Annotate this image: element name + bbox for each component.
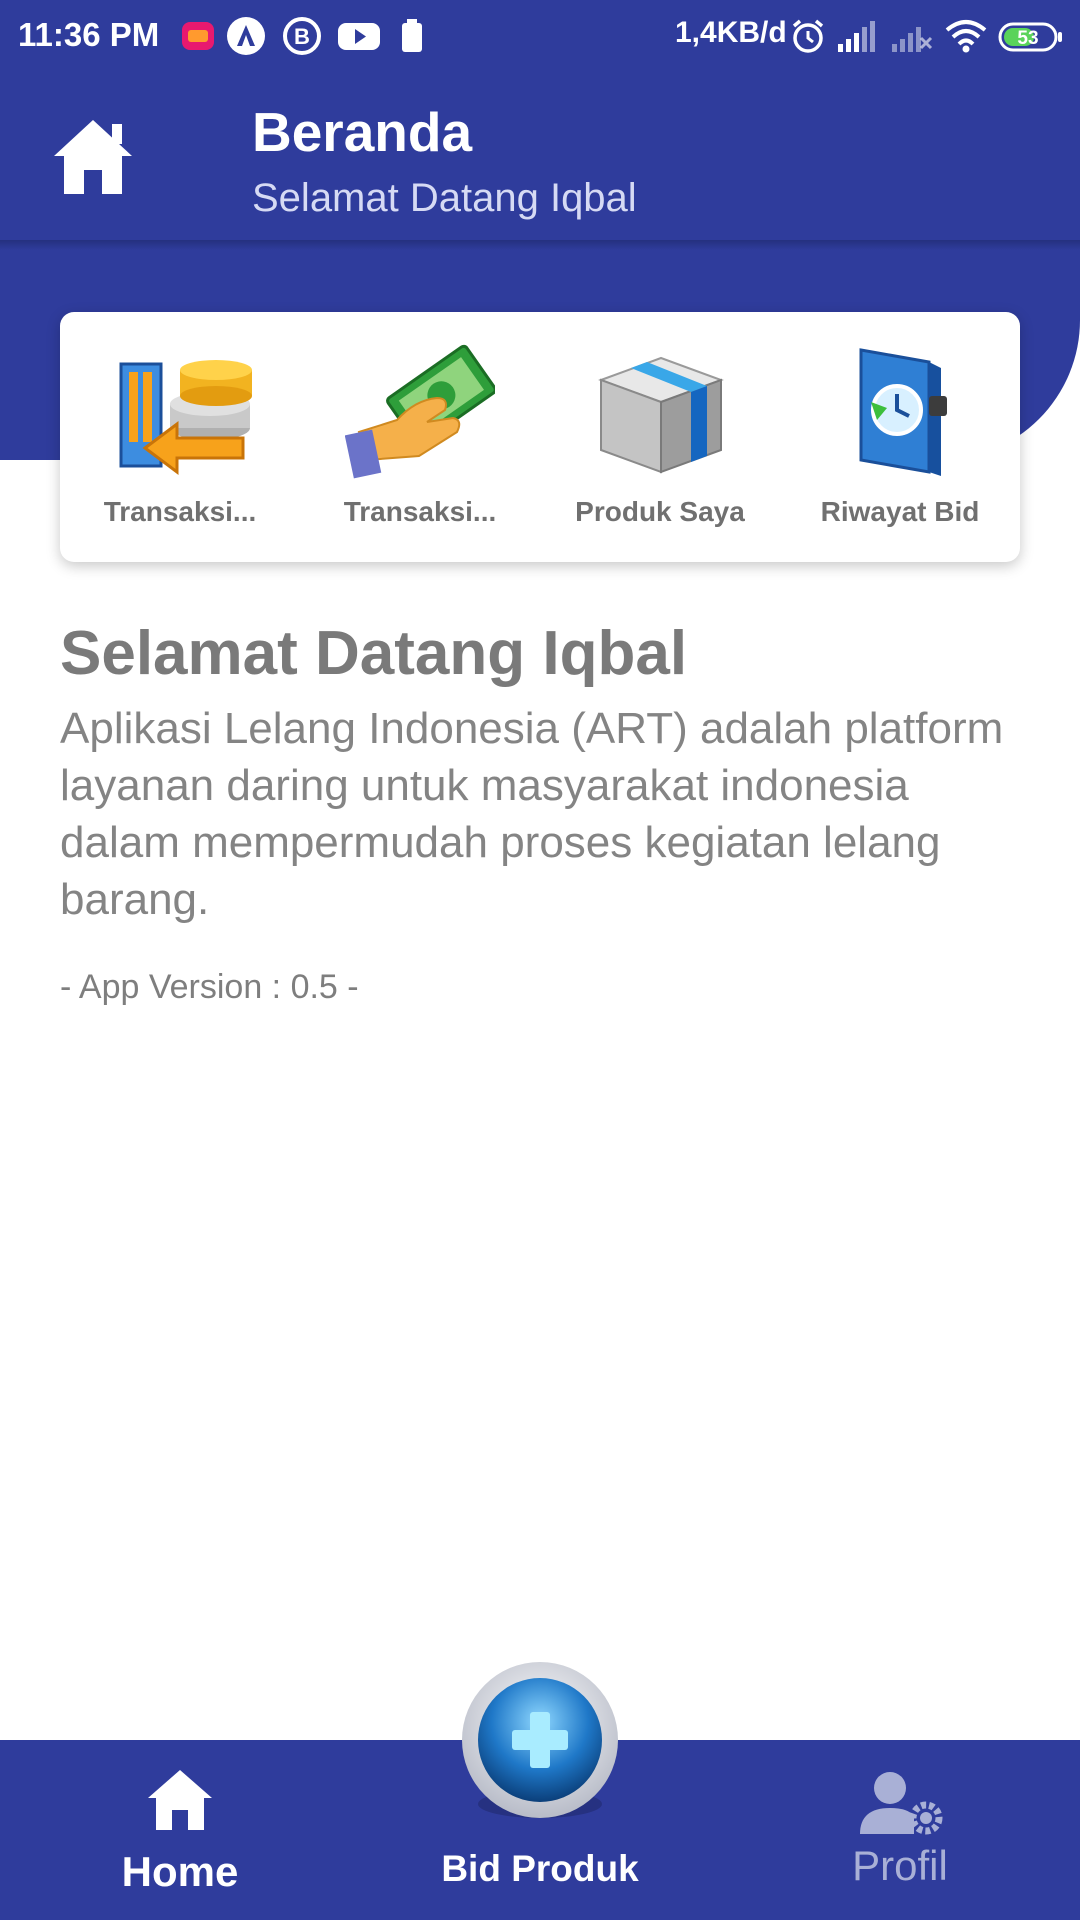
youtube-icon: [338, 23, 380, 50]
app-header: Beranda Selamat Datang Iqbal: [0, 72, 1080, 240]
nav-bid-label: Bid Produk: [441, 1848, 639, 1889]
user-settings-icon: [860, 1772, 943, 1835]
wifi-icon: [945, 20, 987, 53]
nav-home-label: Home: [121, 1848, 239, 1895]
status-bar: 11:36 PM B 1,4KB/d 53: [0, 0, 1080, 72]
history-book-icon: [859, 348, 947, 476]
money-hand-icon: [345, 344, 495, 479]
bid-produk-plus-button[interactable]: [460, 1662, 620, 1822]
welcome-description: Aplikasi Lelang Indonesia (ART) adalah p…: [60, 704, 1004, 924]
menu-label-transaksi-2: Transaksi...: [343, 496, 497, 527]
menu-item-produk-saya[interactable]: Produk Saya: [540, 312, 780, 562]
lazada-icon: [182, 22, 214, 50]
network-speed: 1,4KB/d: [675, 16, 787, 49]
page-subtitle: Selamat Datang Iqbal: [252, 176, 637, 220]
menu-item-transaksi-2[interactable]: Transaksi...: [300, 312, 540, 562]
app-version: - App Version : 0.5 -: [60, 968, 359, 1006]
welcome-title: Selamat Datang Iqbal: [60, 619, 688, 688]
menu-item-riwayat-bid[interactable]: Riwayat Bid: [780, 312, 1020, 562]
menu-label-transaksi-1: Transaksi...: [103, 496, 257, 527]
b-app-icon: B: [283, 17, 321, 55]
signal-no-sim-icon: [892, 27, 933, 52]
menu-card: Transaksi... Transaksi... Produk Saya Ri…: [60, 312, 1020, 562]
home-icon: [54, 120, 132, 194]
nav-home[interactable]: Home: [60, 1740, 300, 1920]
transaction-coins-icon: [119, 360, 252, 475]
alarm-icon: [792, 19, 824, 53]
a-app-icon: [227, 17, 265, 55]
svg-text:B: B: [294, 24, 310, 49]
nav-profil[interactable]: Profil: [780, 1740, 1020, 1920]
header-shadow: [0, 240, 1080, 250]
menu-label-produk-saya: Produk Saya: [575, 496, 745, 527]
battery-icon: 53: [998, 22, 1062, 52]
nav-profil-label: Profil: [852, 1842, 948, 1889]
battery-level: 53: [1017, 28, 1038, 49]
home-nav-icon: [148, 1770, 212, 1830]
signal-icon: [838, 21, 875, 52]
menu-item-transaksi-1[interactable]: Transaksi...: [60, 312, 300, 562]
battery-saver-icon: [402, 19, 422, 52]
product-box-icon: [598, 356, 724, 474]
status-time: 11:36 PM: [18, 16, 160, 53]
page-title: Beranda: [252, 101, 473, 163]
menu-label-riwayat-bid: Riwayat Bid: [820, 496, 980, 527]
